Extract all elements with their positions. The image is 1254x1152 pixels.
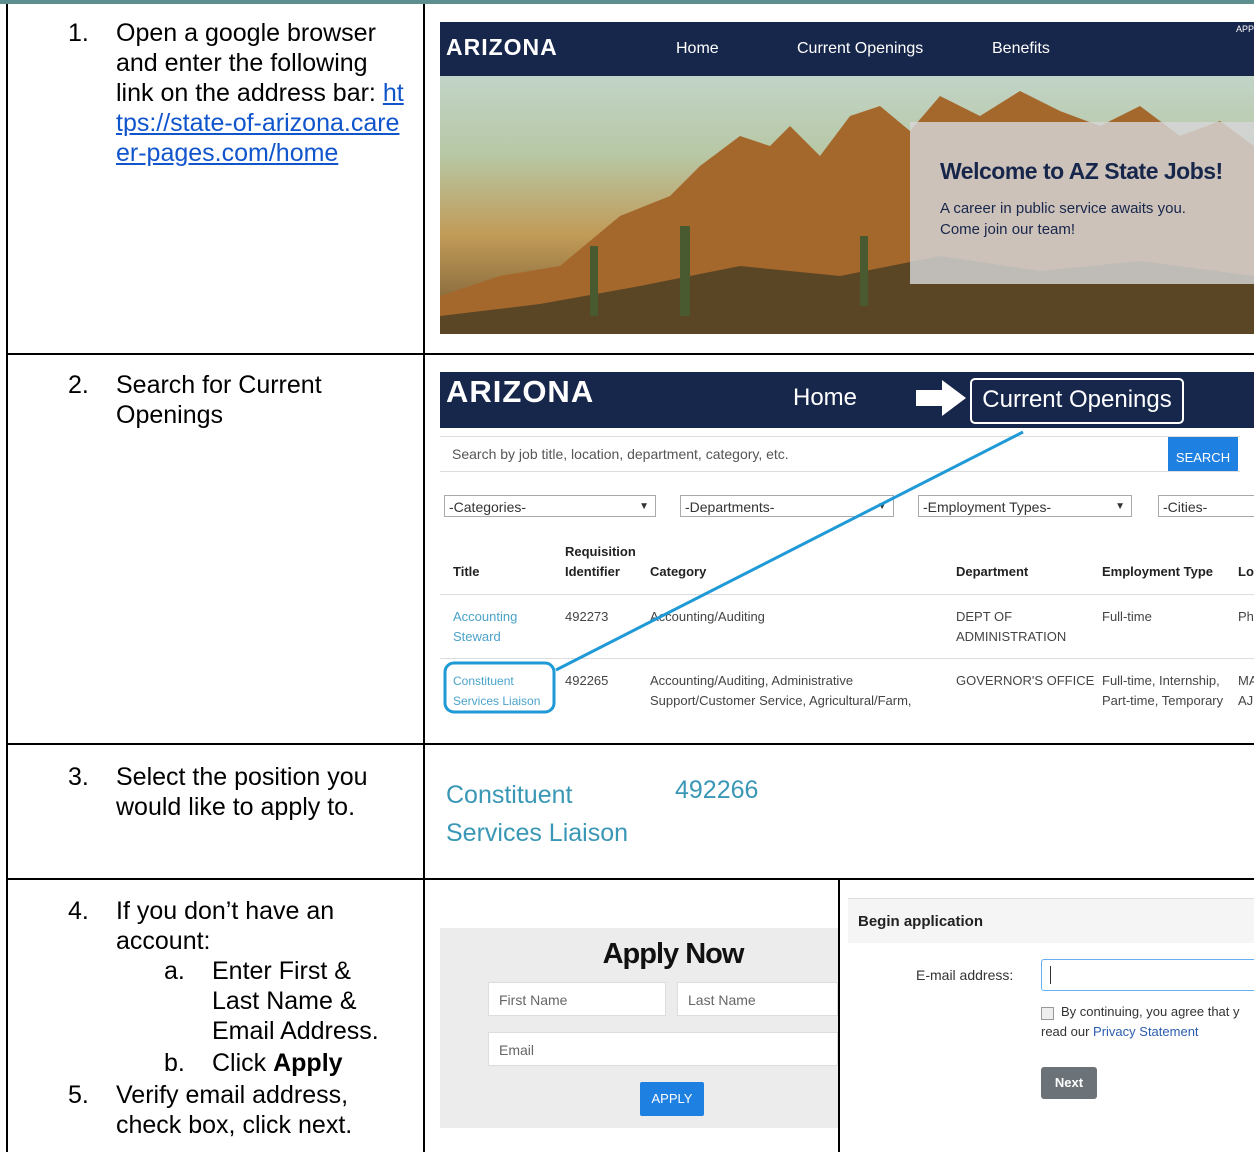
row4-inner-divider: [838, 880, 840, 1152]
agree-checkbox[interactable]: [1041, 1007, 1054, 1020]
apply-now-form: Apply Now First Name Last Name Email APP…: [440, 928, 838, 1128]
email-label: E-mail address:: [916, 967, 1014, 983]
step-4a-number: a.: [164, 957, 185, 985]
step-3-number: 3.: [68, 763, 89, 791]
row-divider-1: [8, 353, 1254, 355]
agree-text: By continuing, you agree that y: [1061, 1004, 1240, 1019]
step-4-number: 4.: [68, 897, 89, 925]
callout-highlight-box: [443, 661, 556, 714]
nav-home[interactable]: Home: [676, 40, 719, 58]
row-divider-3: [8, 878, 1254, 880]
welcome-panel: Welcome to AZ State Jobs! A career in pu…: [910, 122, 1254, 284]
step-4b-prefix: Click: [212, 1049, 274, 1077]
next-button[interactable]: Next: [1041, 1067, 1097, 1099]
selected-job-title[interactable]: Constituent Services Liaison: [446, 776, 646, 852]
homepage-navbar: ARIZONA Home Current Openings Benefits A…: [440, 22, 1254, 76]
apply-now-heading: Apply Now: [602, 938, 745, 970]
agree-text-2: read our: [1041, 1024, 1094, 1039]
step-2-number: 2.: [68, 371, 89, 399]
begin-application-title: Begin application: [858, 913, 984, 930]
welcome-title: Welcome to AZ State Jobs!: [940, 158, 1223, 184]
step-1-number: 1.: [68, 19, 89, 47]
apply-button[interactable]: APPLY: [640, 1082, 704, 1116]
step-4a-text: Enter First & Last Name & Email Address.: [212, 957, 379, 1045]
text-cursor: [1050, 966, 1051, 984]
nav-benefits[interactable]: Benefits: [992, 40, 1050, 58]
email-input[interactable]: Email: [488, 1032, 838, 1066]
step-4-text: If you don’t have an account:: [116, 897, 335, 955]
nav-corner-label: APP: [1235, 24, 1254, 34]
email-address-input[interactable]: [1041, 959, 1254, 991]
callout-line: [555, 430, 1024, 672]
step-5-text: Verify email address, check box, click n…: [116, 1081, 353, 1139]
step-2-text: Search for Current Openings: [116, 371, 322, 429]
table-column-divider: [423, 4, 425, 1152]
selected-job-id: 492266: [675, 776, 759, 804]
top-border: [0, 0, 1254, 4]
step-4b-bold: Apply: [273, 1049, 343, 1077]
arizona-logo: ARIZONA: [446, 34, 558, 60]
homepage-screenshot: ARIZONA Home Current Openings Benefits A…: [440, 22, 1254, 334]
first-name-input[interactable]: First Name: [488, 982, 666, 1016]
privacy-statement-link[interactable]: Privacy Statement: [1093, 1024, 1199, 1039]
last-name-input[interactable]: Last Name: [677, 982, 838, 1016]
welcome-text: A career in public service awaits you. C…: [940, 200, 1186, 238]
callout-overlay: [443, 430, 1024, 714]
current-openings-screenshot: ARIZONA Home Current Openings Search by …: [440, 372, 1254, 744]
begin-application-header: Begin application: [848, 898, 1254, 943]
step-5-number: 5.: [68, 1081, 89, 1109]
nav-current-openings[interactable]: Current Openings: [797, 40, 923, 58]
step-1-text: Open a google browser and enter the foll…: [116, 19, 376, 107]
step-3-text: Select the position you would like to ap…: [116, 763, 368, 821]
step-4b-number: b.: [164, 1049, 185, 1077]
table-left-border: [6, 4, 8, 1152]
